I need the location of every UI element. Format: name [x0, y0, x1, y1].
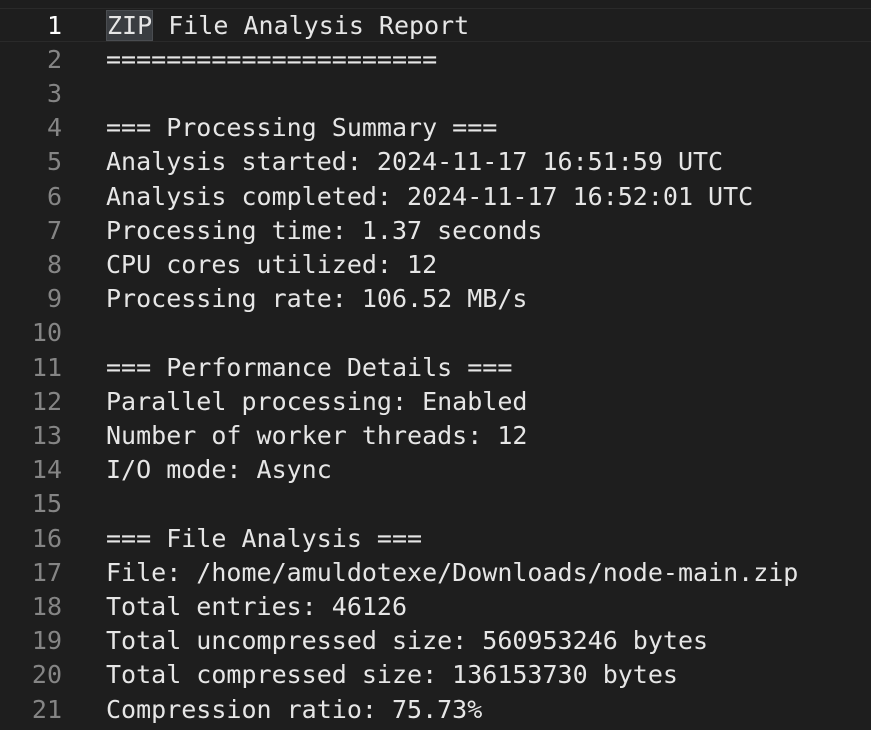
line-text[interactable]: Analysis started: 2024-11-17 16:51:59 UT…: [106, 147, 723, 176]
line-text[interactable]: Processing rate: 106.52 MB/s: [106, 284, 527, 313]
editor-line[interactable]: 11 === Performance Details ===: [0, 350, 871, 384]
line-text[interactable]: Compression ratio: 75.73%: [106, 695, 482, 724]
line-text[interactable]: === File Analysis ===: [106, 524, 422, 553]
line-text[interactable]: File: /home/amuldotexe/Downloads/node-ma…: [106, 558, 798, 587]
editor-line[interactable]: 1 ZIP File Analysis Report: [0, 8, 871, 42]
line-number: 11: [31, 352, 62, 382]
editor-line[interactable]: 8 CPU cores utilized: 12: [0, 247, 871, 281]
line-number: 2: [46, 44, 62, 74]
line-number: 8: [46, 249, 62, 279]
editor-line[interactable]: 14 I/O mode: Async: [0, 453, 871, 487]
editor-line[interactable]: 9 Processing rate: 106.52 MB/s: [0, 282, 871, 316]
editor-line[interactable]: 15: [0, 487, 871, 521]
line-text[interactable]: ZIP File Analysis Report: [106, 9, 469, 41]
line-number: 7: [46, 215, 62, 245]
line-text[interactable]: Analysis completed: 2024-11-17 16:52:01 …: [106, 182, 753, 211]
line-text[interactable]: CPU cores utilized: 12: [106, 250, 437, 279]
line-number: 18: [31, 591, 62, 621]
editor-line[interactable]: 18 Total entries: 46126: [0, 589, 871, 623]
line-number: 17: [31, 557, 62, 587]
editor-line[interactable]: 12 Parallel processing: Enabled: [0, 384, 871, 418]
line-number: 4: [46, 113, 62, 143]
line-number: 5: [46, 147, 62, 177]
line-text[interactable]: Parallel processing: Enabled: [106, 387, 527, 416]
editor-line[interactable]: 17 File: /home/amuldotexe/Downloads/node-…: [0, 555, 871, 589]
line-number: 15: [31, 489, 62, 519]
editor-line[interactable]: 21 Compression ratio: 75.73%: [0, 692, 871, 726]
editor-line[interactable]: 19 Total uncompressed size: 560953246 byt…: [0, 624, 871, 658]
line-text[interactable]: Total compressed size: 136153730 bytes: [106, 660, 678, 689]
line-number: 6: [46, 181, 62, 211]
line-number: 20: [31, 660, 62, 690]
line-number: 13: [31, 420, 62, 450]
line-number: 9: [46, 284, 62, 314]
word-highlight: ZIP: [106, 9, 154, 41]
editor-line[interactable]: 6 Analysis completed: 2024-11-17 16:52:01…: [0, 179, 871, 213]
line-text[interactable]: Number of worker threads: 12: [106, 421, 527, 450]
line-number: 3: [46, 78, 62, 108]
line-number: 14: [31, 455, 62, 485]
editor-line[interactable]: 4 === Processing Summary ===: [0, 111, 871, 145]
line-text[interactable]: Total uncompressed size: 560953246 bytes: [106, 626, 708, 655]
line-text[interactable]: === Processing Summary ===: [106, 113, 497, 142]
line-number: 19: [31, 626, 62, 656]
editor-line[interactable]: 2 ======================: [0, 42, 871, 76]
editor-line[interactable]: 13 Number of worker threads: 12: [0, 418, 871, 452]
line-number: 12: [31, 386, 62, 416]
editor-line[interactable]: 5 Analysis started: 2024-11-17 16:51:59 U…: [0, 145, 871, 179]
text-editor[interactable]: 1 ZIP File Analysis Report 2 ==============…: [0, 0, 871, 730]
editor-line[interactable]: 16 === File Analysis ===: [0, 521, 871, 555]
editor-line[interactable]: 10: [0, 316, 871, 350]
line-text[interactable]: Total entries: 46126: [106, 592, 407, 621]
line-text[interactable]: Processing time: 1.37 seconds: [106, 216, 543, 245]
line-number: 16: [31, 523, 62, 553]
line-number: 10: [31, 318, 62, 348]
editor-line[interactable]: 7 Processing time: 1.37 seconds: [0, 213, 871, 247]
editor-line[interactable]: 3: [0, 76, 871, 110]
line-text[interactable]: I/O mode: Async: [106, 455, 332, 484]
editor-line[interactable]: 20 Total compressed size: 136153730 bytes: [0, 658, 871, 692]
line-number: 21: [31, 694, 62, 724]
line-text[interactable]: === Performance Details ===: [106, 353, 512, 382]
line-text[interactable]: ======================: [106, 45, 437, 74]
line-number: 1: [46, 10, 62, 40]
